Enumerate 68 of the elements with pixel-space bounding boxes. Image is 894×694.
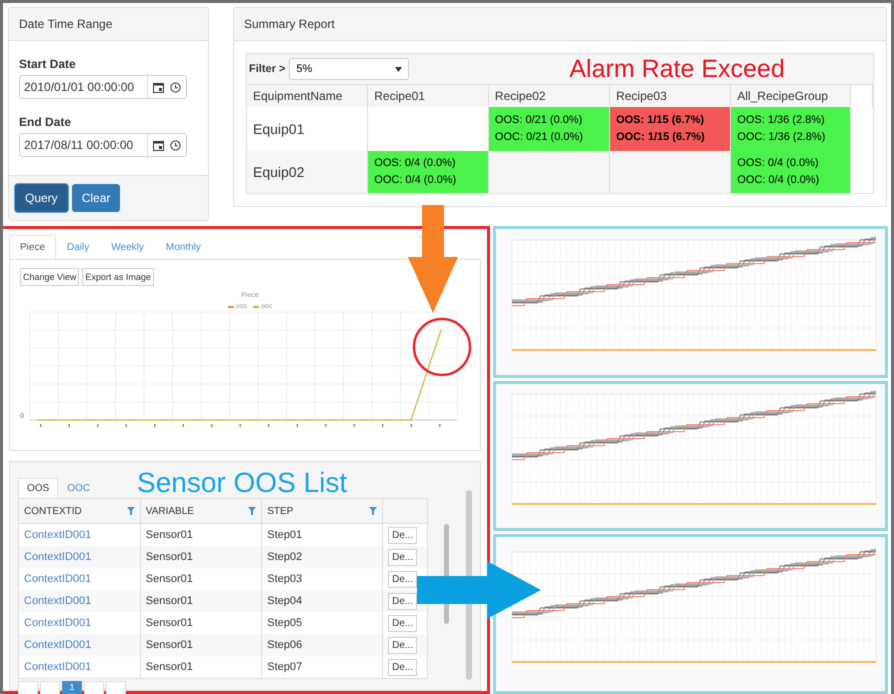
page-button[interactable]: 1 <box>62 681 82 694</box>
annotation-text: Alarm Rate Exceed <box>569 54 785 84</box>
detail-button[interactable]: De... <box>388 636 418 654</box>
oos-text: OOS: 1/36 (2.8%) <box>737 113 826 128</box>
filter-icon[interactable] <box>248 507 256 515</box>
table-cell: Step06 <box>262 634 383 656</box>
table-cell: Sensor01 <box>140 656 262 678</box>
tab[interactable]: OOS <box>18 478 58 498</box>
annotation-text: Sensor OOS List <box>137 468 348 498</box>
table-cell: Step04 <box>262 590 383 612</box>
ooc-text: OOC: 0/21 (0.0%) <box>494 130 584 145</box>
filter-dropdown[interactable]: 5% <box>289 58 410 80</box>
column-header: Recipe01 <box>368 84 488 107</box>
ooc-text: OOC: 1/36 (2.8%) <box>737 130 826 145</box>
oos-text: OOS: 1/15 (6.7%) <box>616 113 706 128</box>
oos-text: OOS: 0/4 (0.0%) <box>374 156 457 171</box>
detail-button[interactable]: De... <box>388 592 418 610</box>
column-header: EquipmentName <box>247 84 368 107</box>
panel-title: Date Time Range <box>9 8 208 41</box>
change-view-button[interactable]: Change View <box>20 268 80 286</box>
date-field[interactable]: 2017/08/11 00:00:00 <box>19 133 187 157</box>
oos-text: OOS: 0/21 (0.0%) <box>494 113 584 128</box>
table-cell: Sensor01 <box>140 590 262 612</box>
filter-label: Filter > <box>249 63 286 75</box>
table-cell: Step02 <box>262 546 383 568</box>
table-cell: Sensor01 <box>140 634 262 656</box>
context-link[interactable]: ContextID001 <box>18 656 140 678</box>
detail-button[interactable]: De... <box>388 614 418 632</box>
context-link[interactable]: ContextID001 <box>18 590 140 612</box>
clock-icon[interactable] <box>170 82 181 92</box>
detail-button[interactable]: De... <box>388 548 418 566</box>
export-button[interactable]: Export as Image <box>82 268 154 286</box>
table-cell: Equip02 <box>247 151 368 193</box>
filter-icon[interactable] <box>369 507 378 515</box>
table-cell: Equip01 <box>247 107 368 151</box>
context-link[interactable]: ContextID001 <box>18 546 140 568</box>
tab[interactable]: Piece <box>9 235 56 259</box>
column-header: Recipe02 <box>488 84 610 107</box>
table-cell: Sensor01 <box>140 546 262 568</box>
tab[interactable]: Weekly <box>100 235 155 259</box>
detail-button[interactable]: De... <box>388 570 418 588</box>
tab[interactable]: Daily <box>56 235 100 259</box>
field-label: Start Date <box>19 57 77 71</box>
ooc-text: OOC: 0/4 (0.0%) <box>374 173 458 188</box>
column-header: STEP <box>267 506 294 516</box>
tab[interactable]: Monthly <box>154 235 212 259</box>
highlight-circle <box>412 318 472 376</box>
clock-icon[interactable] <box>170 140 181 150</box>
date-field[interactable]: 2010/01/01 00:00:00 <box>19 75 187 99</box>
ooc-text: OOC: 1/15 (6.7%) <box>616 130 706 145</box>
column-header: All_RecipeGroup <box>730 84 850 107</box>
caret-icon <box>395 66 402 72</box>
filter-icon[interactable] <box>126 507 135 515</box>
detail-button[interactable]: De... <box>388 526 418 544</box>
field-label: End Date <box>19 115 72 129</box>
detail-button[interactable]: De... <box>388 658 418 676</box>
calendar-icon[interactable] <box>153 140 164 150</box>
panel-title: Summary Report <box>234 8 886 41</box>
context-link[interactable]: ContextID001 <box>18 634 140 656</box>
calendar-icon[interactable] <box>153 82 164 92</box>
column-header: Recipe03 <box>610 84 731 107</box>
clear-button[interactable]: Clear <box>72 184 120 212</box>
column-header: CONTEXTID <box>24 506 82 516</box>
oos-text: OOS: 0/4 (0.0%) <box>737 156 820 171</box>
column-header: VARIABLE <box>146 506 194 516</box>
table-cell: Step07 <box>262 656 383 678</box>
ooc-text: OOC: 0/4 (0.0%) <box>737 173 820 188</box>
query-button[interactable]: Query <box>15 184 68 212</box>
